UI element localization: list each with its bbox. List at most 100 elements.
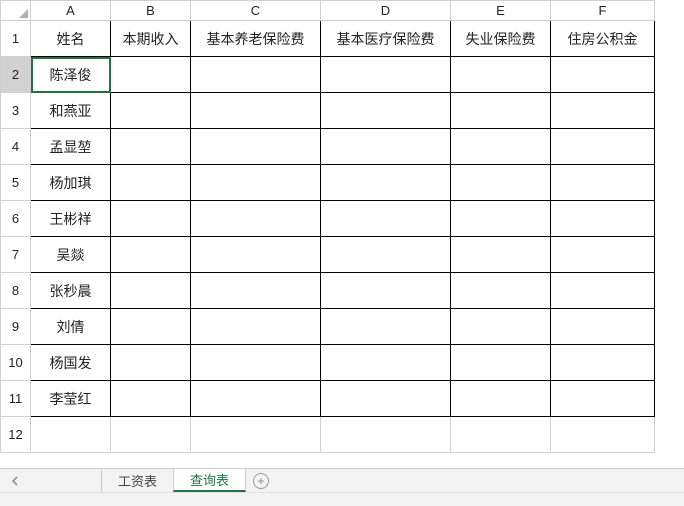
cell-E12[interactable] [451, 417, 551, 453]
row-header-1[interactable]: 1 [1, 21, 31, 57]
row-header-5[interactable]: 5 [1, 165, 31, 201]
cell-B3[interactable] [111, 93, 191, 129]
cell-F10[interactable] [551, 345, 655, 381]
cell-E5[interactable] [451, 165, 551, 201]
cell-F6[interactable] [551, 201, 655, 237]
cell-D8[interactable] [321, 273, 451, 309]
cell-F5[interactable] [551, 165, 655, 201]
cell-E8[interactable] [451, 273, 551, 309]
cell-A8[interactable]: 张秒晨 [31, 273, 111, 309]
cell-A9[interactable]: 刘倩 [31, 309, 111, 345]
col-header-F[interactable]: F [551, 1, 655, 21]
cell-D12[interactable] [321, 417, 451, 453]
cell-E1[interactable]: 失业保险费 [451, 21, 551, 57]
cell-F11[interactable] [551, 381, 655, 417]
cell-A12[interactable] [31, 417, 111, 453]
tab-sheet1[interactable]: 工资表 [101, 469, 174, 492]
cell-E7[interactable] [451, 237, 551, 273]
cell-F2[interactable] [551, 57, 655, 93]
cell-B9[interactable] [111, 309, 191, 345]
row-header-2[interactable]: 2 [1, 57, 31, 93]
sheet-tabbar: 工资表 查询表 + [0, 468, 684, 492]
cell-D4[interactable] [321, 129, 451, 165]
cell-F7[interactable] [551, 237, 655, 273]
cell-C9[interactable] [191, 309, 321, 345]
table-row: 9 刘倩 [1, 309, 655, 345]
cell-B11[interactable] [111, 381, 191, 417]
cell-E10[interactable] [451, 345, 551, 381]
cell-C1[interactable]: 基本养老保险费 [191, 21, 321, 57]
row-header-7[interactable]: 7 [1, 237, 31, 273]
cell-D9[interactable] [321, 309, 451, 345]
table-row: 12 [1, 417, 655, 453]
cell-E2[interactable] [451, 57, 551, 93]
col-header-C[interactable]: C [191, 1, 321, 21]
cell-A11[interactable]: 李莹红 [31, 381, 111, 417]
cell-B1[interactable]: 本期收入 [111, 21, 191, 57]
cell-C10[interactable] [191, 345, 321, 381]
cell-F9[interactable] [551, 309, 655, 345]
cell-C7[interactable] [191, 237, 321, 273]
cell-F8[interactable] [551, 273, 655, 309]
cell-A2[interactable]: 陈泽俊 [31, 57, 111, 93]
cell-D5[interactable] [321, 165, 451, 201]
cell-B8[interactable] [111, 273, 191, 309]
cell-A1[interactable]: 姓名 [31, 21, 111, 57]
cell-C2[interactable] [191, 57, 321, 93]
cell-E6[interactable] [451, 201, 551, 237]
cell-F12[interactable] [551, 417, 655, 453]
cell-D1[interactable]: 基本医疗保险费 [321, 21, 451, 57]
col-header-B[interactable]: B [111, 1, 191, 21]
cell-A10[interactable]: 杨国发 [31, 345, 111, 381]
row-header-6[interactable]: 6 [1, 201, 31, 237]
col-header-E[interactable]: E [451, 1, 551, 21]
cell-C11[interactable] [191, 381, 321, 417]
cell-C8[interactable] [191, 273, 321, 309]
cell-E11[interactable] [451, 381, 551, 417]
row-header-11[interactable]: 11 [1, 381, 31, 417]
cell-F4[interactable] [551, 129, 655, 165]
cell-D11[interactable] [321, 381, 451, 417]
row-header-12[interactable]: 12 [1, 417, 31, 453]
select-all-corner[interactable] [1, 1, 31, 21]
cell-A7[interactable]: 吴燚 [31, 237, 111, 273]
col-header-D[interactable]: D [321, 1, 451, 21]
cell-A4[interactable]: 孟显堃 [31, 129, 111, 165]
cell-D7[interactable] [321, 237, 451, 273]
row-header-9[interactable]: 9 [1, 309, 31, 345]
column-header-row: A B C D E F [1, 1, 655, 21]
cell-B4[interactable] [111, 129, 191, 165]
cell-F1[interactable]: 住房公积金 [551, 21, 655, 57]
row-header-4[interactable]: 4 [1, 129, 31, 165]
cell-B10[interactable] [111, 345, 191, 381]
cell-B5[interactable] [111, 165, 191, 201]
status-bar [0, 492, 684, 506]
cell-B7[interactable] [111, 237, 191, 273]
cell-C6[interactable] [191, 201, 321, 237]
cell-D2[interactable] [321, 57, 451, 93]
cell-C5[interactable] [191, 165, 321, 201]
tab-nav-arrow[interactable] [0, 469, 30, 492]
cell-B12[interactable] [111, 417, 191, 453]
row-header-10[interactable]: 10 [1, 345, 31, 381]
cell-E9[interactable] [451, 309, 551, 345]
cell-C4[interactable] [191, 129, 321, 165]
cell-E4[interactable] [451, 129, 551, 165]
row-header-8[interactable]: 8 [1, 273, 31, 309]
cell-A5[interactable]: 杨加琪 [31, 165, 111, 201]
cell-C12[interactable] [191, 417, 321, 453]
tab-sheet2[interactable]: 查询表 [173, 469, 246, 492]
cell-D10[interactable] [321, 345, 451, 381]
cell-D3[interactable] [321, 93, 451, 129]
cell-B6[interactable] [111, 201, 191, 237]
cell-A6[interactable]: 王彬祥 [31, 201, 111, 237]
cell-B2[interactable] [111, 57, 191, 93]
row-header-3[interactable]: 3 [1, 93, 31, 129]
cell-A3[interactable]: 和燕亚 [31, 93, 111, 129]
add-sheet-button[interactable]: + [246, 469, 276, 492]
col-header-A[interactable]: A [31, 1, 111, 21]
cell-F3[interactable] [551, 93, 655, 129]
cell-D6[interactable] [321, 201, 451, 237]
cell-E3[interactable] [451, 93, 551, 129]
cell-C3[interactable] [191, 93, 321, 129]
